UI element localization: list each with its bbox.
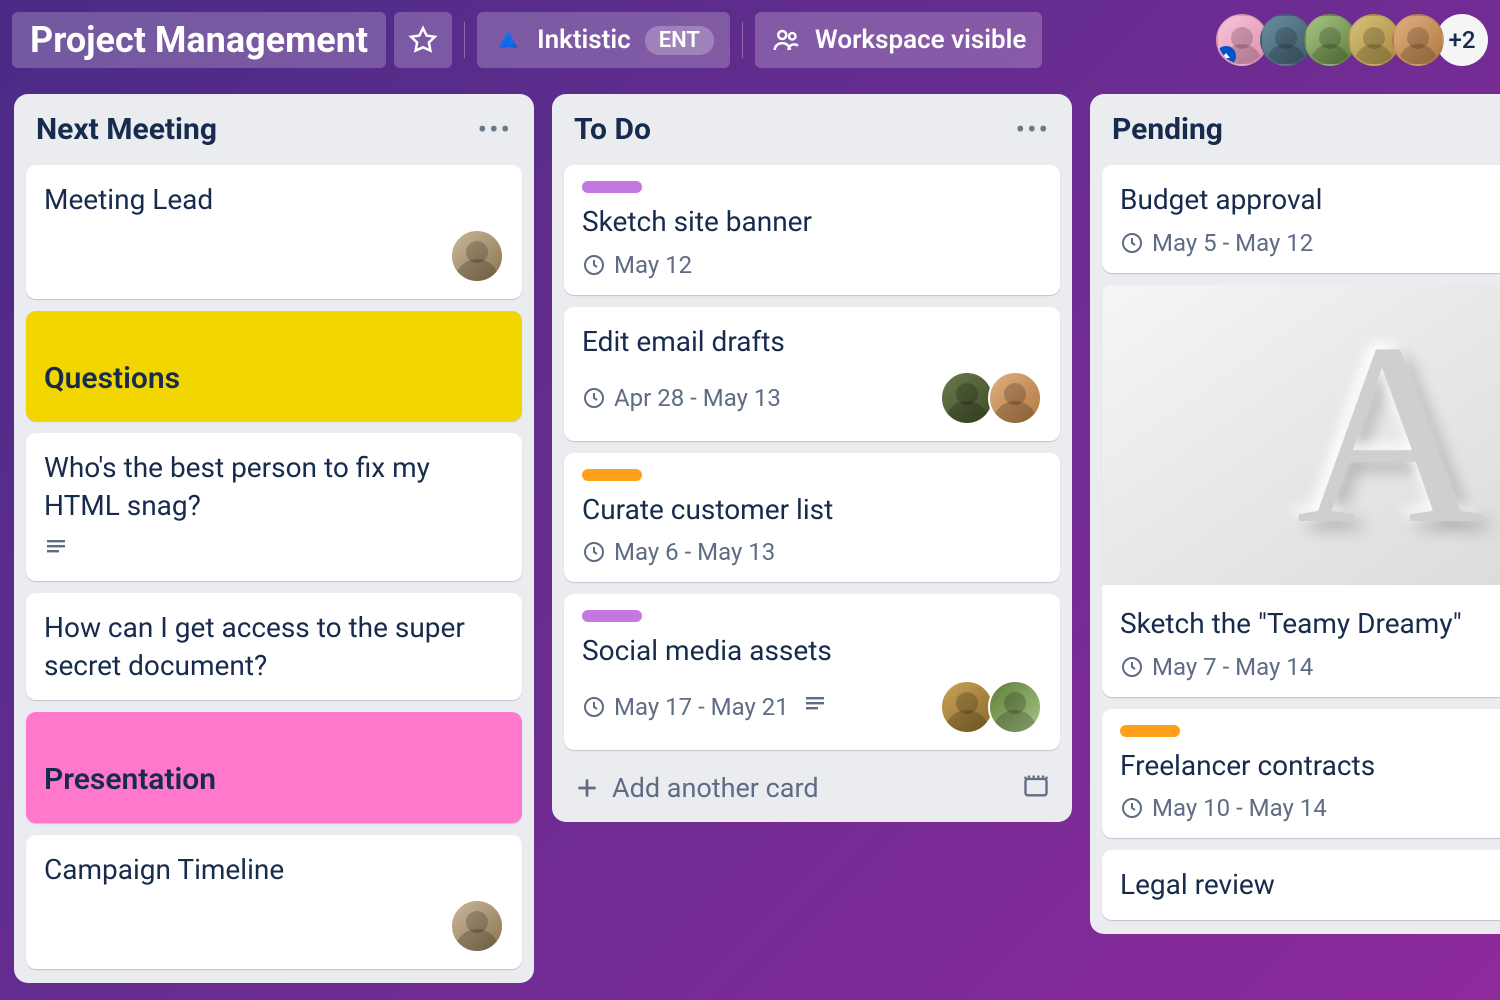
card[interactable]: Social media assets May 17 - May 21 [564, 594, 1060, 750]
workspace-logo-icon [493, 25, 523, 55]
due-date-badge: May 17 - May 21 [582, 693, 789, 721]
label-purple[interactable] [582, 181, 642, 193]
card-title: Legal review [1120, 866, 1500, 904]
list-menu-button[interactable]: ••• [1016, 123, 1050, 137]
label-purple[interactable] [582, 610, 642, 622]
admin-badge-icon [1216, 46, 1236, 66]
people-icon [771, 25, 801, 55]
card[interactable]: Edit email drafts Apr 28 - May 13 [564, 307, 1060, 441]
due-date-badge: May 12 [582, 251, 692, 279]
card[interactable]: Presentation [26, 712, 522, 823]
star-button[interactable] [394, 12, 452, 68]
avatar [940, 680, 994, 734]
visibility-label: Workspace visible [815, 25, 1026, 55]
list-pending: Pending Budget approval May 5 - May 12 A… [1090, 94, 1500, 934]
card[interactable]: Campaign Timeline [26, 835, 522, 969]
board-canvas: Next Meeting ••• Meeting Lead Questions … [0, 80, 1500, 1000]
list-menu-button[interactable]: ••• [478, 123, 512, 137]
card-title: How can I get access to the super secret… [44, 609, 504, 685]
avatar [988, 371, 1042, 425]
card-template-button[interactable] [1022, 772, 1050, 804]
label-orange[interactable] [1120, 725, 1180, 737]
card-title: Sketch site banner [582, 203, 1042, 241]
card[interactable]: Sketch site banner May 12 [564, 165, 1060, 295]
clock-icon [1120, 796, 1144, 820]
card-title: Questions [44, 359, 504, 400]
card[interactable]: Meeting Lead [26, 165, 522, 299]
card-title: Who's the best person to fix my HTML sna… [44, 449, 504, 525]
description-icon [803, 692, 827, 722]
workspace-name: Inktistic [537, 25, 631, 55]
avatar [988, 680, 1042, 734]
due-date-badge: May 7 - May 14 [1120, 653, 1313, 681]
header-divider [742, 22, 743, 58]
due-date-badge: May 5 - May 12 [1120, 229, 1313, 257]
avatar[interactable] [1392, 14, 1444, 66]
card[interactable]: A Sketch the "Teamy Dreamy" May 7 - May … [1102, 285, 1500, 697]
board-header: Project Management Inktistic ENT Workspa… [0, 0, 1500, 80]
due-date-badge: May 6 - May 13 [582, 538, 775, 566]
clock-icon [1120, 655, 1144, 679]
card-title: Social media assets [582, 632, 1042, 670]
description-icon [44, 535, 68, 565]
list-title[interactable]: Next Meeting [36, 112, 217, 147]
card[interactable]: Curate customer list May 6 - May 13 [564, 453, 1060, 583]
card-title: Presentation [44, 760, 504, 801]
card-title: Campaign Timeline [44, 851, 504, 889]
workspace-plan-badge: ENT [645, 26, 714, 55]
card-title: Meeting Lead [44, 181, 504, 219]
clock-icon [1120, 231, 1144, 255]
avatar [450, 229, 504, 283]
card-title: Curate customer list [582, 491, 1042, 529]
due-date-badge: May 10 - May 14 [1120, 794, 1327, 822]
card-title: Freelancer contracts [1120, 747, 1500, 785]
card[interactable]: Questions [26, 311, 522, 422]
plus-icon [574, 775, 600, 801]
member-avatars: +2 [1216, 14, 1488, 66]
clock-icon [582, 386, 606, 410]
due-date-badge: Apr 28 - May 13 [582, 384, 781, 412]
card-title: Sketch the "Teamy Dreamy" [1120, 605, 1500, 643]
add-card-button[interactable]: Add another card [574, 772, 819, 804]
card[interactable]: Budget approval May 5 - May 12 [1102, 165, 1500, 273]
avatar [940, 371, 994, 425]
header-divider [464, 22, 465, 58]
clock-icon [582, 695, 606, 719]
visibility-button[interactable]: Workspace visible [755, 12, 1042, 68]
card[interactable]: How can I get access to the super secret… [26, 593, 522, 701]
avatar [450, 899, 504, 953]
clock-icon [582, 540, 606, 564]
label-orange[interactable] [582, 469, 642, 481]
list-title[interactable]: To Do [574, 112, 651, 147]
card-title: Budget approval [1120, 181, 1500, 219]
card[interactable]: Legal review [1102, 850, 1500, 920]
star-icon [408, 25, 438, 55]
list-title[interactable]: Pending [1112, 112, 1223, 147]
list-to-do: To Do ••• Sketch site banner May 12 Edit… [552, 94, 1072, 822]
card[interactable]: Who's the best person to fix my HTML sna… [26, 433, 522, 581]
list-next-meeting: Next Meeting ••• Meeting Lead Questions … [14, 94, 534, 983]
card-title: Edit email drafts [582, 323, 1042, 361]
card-cover-image: A [1102, 285, 1500, 585]
workspace-chip[interactable]: Inktistic ENT [477, 12, 730, 68]
clock-icon [582, 253, 606, 277]
card[interactable]: Freelancer contracts May 10 - May 14 [1102, 709, 1500, 839]
board-title[interactable]: Project Management [12, 12, 386, 68]
